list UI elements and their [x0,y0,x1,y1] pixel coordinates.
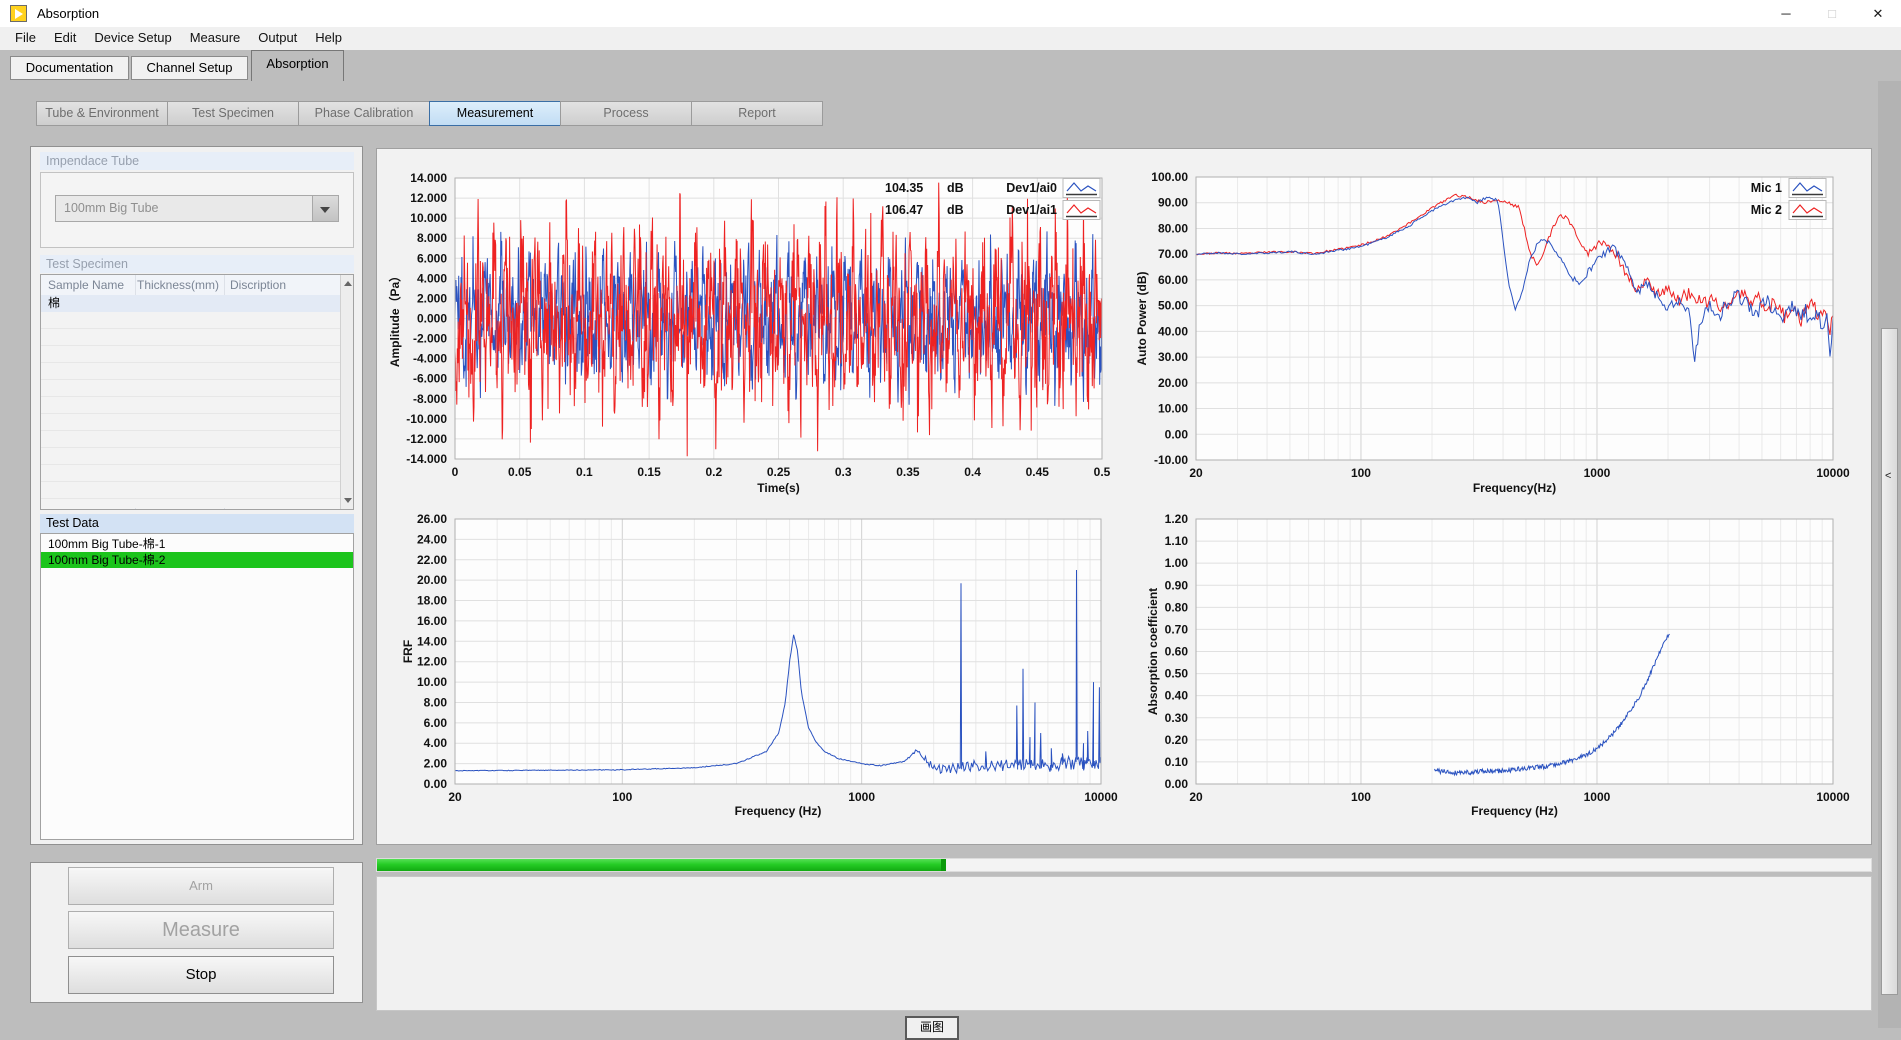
test-specimen-header: Test Specimen [40,255,354,273]
impedance-tube-value: 100mm Big Tube [64,201,159,215]
column-discription: Discription [230,278,286,292]
menu-help[interactable]: Help [306,30,351,45]
menubar: File Edit Device Setup Measure Output He… [0,27,1901,48]
test-data-list [40,533,354,840]
tab-test-specimen[interactable]: Test Specimen [167,101,299,126]
column-thickness: Thickness(mm) [137,278,219,292]
specimen-table-scrollbar[interactable] [340,275,353,509]
tab-report[interactable]: Report [691,101,823,126]
tab-documentation[interactable]: Documentation [10,56,129,80]
window-title: Absorption [37,6,99,21]
measure-button: Measure [68,911,334,949]
specimen-row-cotton[interactable]: 棉 [41,295,340,312]
specimen-empty-row [41,312,340,329]
tab-measurement[interactable]: Measurement [429,101,561,126]
scroll-up-icon[interactable] [344,281,352,286]
arm-button: Arm [68,867,334,905]
specimen-empty-row [41,431,340,448]
minimize-button[interactable]: ─ [1763,0,1809,27]
specimen-empty-row [41,346,340,363]
run-arrow-icon [15,9,23,19]
menu-device-setup[interactable]: Device Setup [85,30,180,45]
specimen-empty-row [41,397,340,414]
impedance-tube-header: Impendace Tube [40,152,354,170]
window-controls: ─ □ ✕ [1763,0,1901,27]
panel-collapse-handle[interactable]: < [1881,328,1898,995]
specimen-empty-row [41,448,340,465]
tab-process[interactable]: Process [560,101,692,126]
menu-edit[interactable]: Edit [45,30,85,45]
stop-button[interactable]: Stop [68,956,334,994]
specimen-empty-row [41,363,340,380]
menu-measure[interactable]: Measure [181,30,250,45]
menu-file[interactable]: File [6,30,45,45]
specimen-empty-row [41,499,340,508]
specimen-empty-row [41,482,340,499]
scroll-down-icon[interactable] [344,498,352,503]
chevron-left-icon: < [1885,470,1891,482]
tab-absorption[interactable]: Absorption [251,50,344,81]
test-data-header: Test Data [40,514,354,533]
tab-tube-environment[interactable]: Tube & Environment [36,101,168,126]
charts-panel [376,148,1872,845]
paint-tab-partial[interactable]: 画图 [905,1016,959,1040]
tab-phase-calibration[interactable]: Phase Calibration [298,101,430,126]
titlebar: Absorption ─ □ ✕ [0,0,1901,27]
close-button[interactable]: ✕ [1855,0,1901,27]
menu-output[interactable]: Output [249,30,306,45]
specimen-empty-row [41,465,340,482]
specimen-empty-row [41,414,340,431]
tab-channel-setup[interactable]: Channel Setup [131,56,248,80]
app-icon [10,5,27,22]
column-sample-name: Sample Name [48,278,124,292]
specimen-empty-rows [41,312,340,508]
specimen-empty-row [41,329,340,346]
progress-bar [376,858,1872,872]
impedance-tube-select[interactable]: 100mm Big Tube [55,195,339,222]
progress-fill [377,859,946,871]
test-data-item-2[interactable]: 100mm Big Tube-棉-2 [41,552,353,568]
test-data-item-1[interactable]: 100mm Big Tube-棉-1 [41,536,353,552]
chevron-down-icon[interactable] [312,196,338,221]
maximize-button[interactable]: □ [1809,0,1855,27]
specimen-empty-row [41,380,340,397]
bottom-panel [376,876,1872,1011]
